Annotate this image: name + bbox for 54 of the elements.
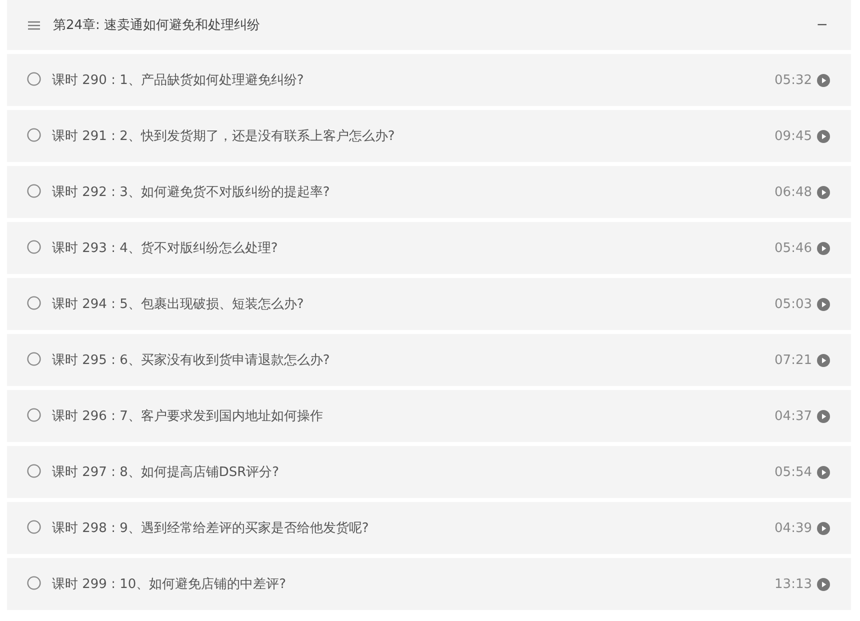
lesson-title: 课时 296 : 7、客户要求发到国内地址如何操作 (52, 408, 324, 425)
play-icon[interactable] (817, 522, 830, 534)
lesson-title: 课时 299 : 10、如何避免店铺的中差评? (52, 576, 288, 593)
play-icon[interactable] (817, 354, 830, 366)
play-icon[interactable] (817, 410, 830, 422)
circle-icon (27, 352, 41, 366)
lesson-row[interactable]: 课时 298 : 9、遇到经常给差评的买家是否给他发货呢? 04:39 (7, 502, 851, 554)
lesson-title: 课时 298 : 9、遇到经常给差评的买家是否给他发货呢? (52, 520, 370, 537)
circle-icon (27, 408, 41, 422)
circle-icon (27, 72, 41, 86)
play-icon[interactable] (817, 298, 830, 310)
lesson-duration: 04:37 (774, 408, 812, 424)
play-icon[interactable] (817, 242, 830, 254)
lesson-title: 课时 290 : 1、产品缺货如何处理避免纠纷? (52, 72, 305, 89)
circle-icon (27, 128, 41, 142)
play-icon[interactable] (817, 74, 830, 86)
lesson-row[interactable]: 课时 290 : 1、产品缺货如何处理避免纠纷? 05:32 (7, 54, 851, 106)
circle-icon (27, 296, 41, 310)
circle-icon (27, 576, 41, 590)
lesson-duration: 05:03 (774, 296, 812, 312)
circle-icon (27, 240, 41, 254)
lesson-title: 课时 292 : 3、如何避免货不对版纠纷的提起率? (52, 184, 331, 201)
play-icon[interactable] (817, 186, 830, 198)
lesson-title: 课时 293 : 4、货不对版纠纷怎么处理? (52, 240, 279, 257)
lesson-title: 课时 297 : 8、如何提高店铺DSR评分? (52, 464, 280, 481)
menu-icon (28, 20, 40, 30)
lesson-row[interactable]: 课时 292 : 3、如何避免货不对版纠纷的提起率? 06:48 (7, 166, 851, 218)
lesson-row[interactable]: 课时 295 : 6、买家没有收到货申请退款怎么办? 07:21 (7, 334, 851, 386)
chapter-header[interactable]: 第24章: 速卖通如何避免和处理纠纷 − (7, 0, 851, 50)
play-icon[interactable] (817, 466, 830, 478)
lesson-duration: 05:54 (774, 464, 812, 480)
chapter-title: 第24章: 速卖通如何避免和处理纠纷 (53, 17, 262, 34)
play-icon[interactable] (817, 130, 830, 142)
lesson-row[interactable]: 课时 296 : 7、客户要求发到国内地址如何操作 04:37 (7, 390, 851, 442)
lesson-row[interactable]: 课时 297 : 8、如何提高店铺DSR评分? 05:54 (7, 446, 851, 498)
circle-icon (27, 184, 41, 198)
collapse-toggle[interactable]: − (816, 17, 828, 33)
lesson-duration: 09:45 (774, 128, 812, 144)
lesson-title: 课时 295 : 6、买家没有收到货申请退款怎么办? (52, 352, 331, 369)
lesson-duration: 05:32 (774, 72, 812, 88)
lesson-row[interactable]: 课时 293 : 4、货不对版纠纷怎么处理? 05:46 (7, 222, 851, 274)
lesson-title: 课时 294 : 5、包裹出现破损、短装怎么办? (52, 296, 305, 313)
lesson-duration: 04:39 (774, 520, 812, 536)
lesson-duration: 13:13 (774, 576, 812, 592)
lesson-title: 课时 291 : 2、快到发货期了，还是没有联系上客户怎么办? (52, 128, 396, 145)
play-icon[interactable] (817, 578, 830, 590)
lesson-row[interactable]: 课时 294 : 5、包裹出现破损、短装怎么办? 05:03 (7, 278, 851, 330)
circle-icon (27, 464, 41, 478)
lesson-duration: 05:46 (774, 240, 812, 256)
circle-icon (27, 520, 41, 534)
lesson-row[interactable]: 课时 291 : 2、快到发货期了，还是没有联系上客户怎么办? 09:45 (7, 110, 851, 162)
lesson-row[interactable]: 课时 299 : 10、如何避免店铺的中差评? 13:13 (7, 558, 851, 610)
lesson-duration: 06:48 (774, 184, 812, 200)
lesson-duration: 07:21 (774, 352, 812, 368)
